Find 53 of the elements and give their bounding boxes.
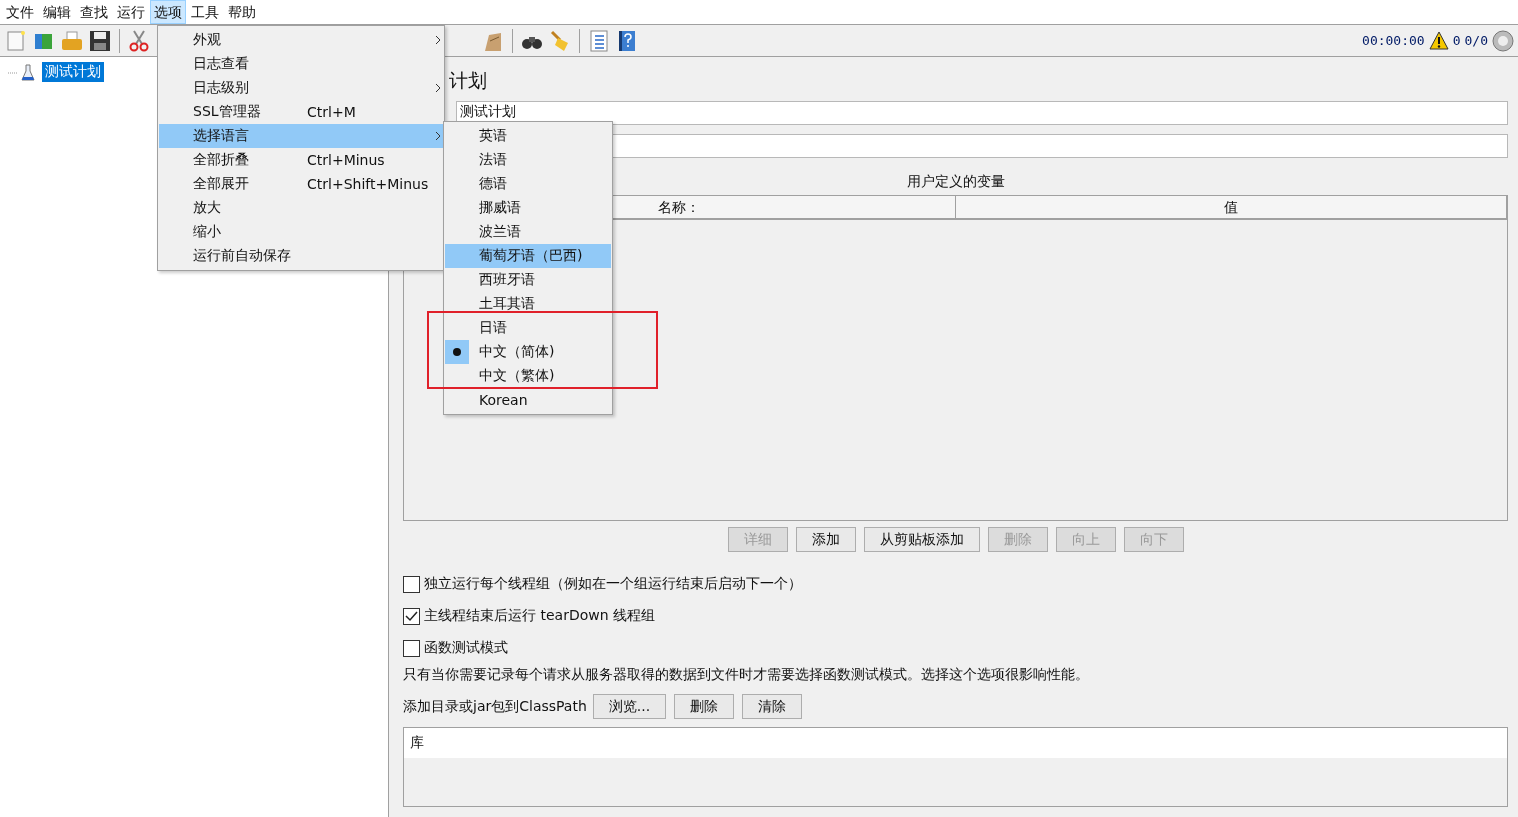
menu-option[interactable]: 运行前自动保存	[159, 244, 443, 268]
panel-title: 计划	[449, 68, 487, 93]
menu-item[interactable]: 编辑	[39, 0, 75, 24]
menu-option[interactable]: 缩小	[159, 220, 443, 244]
option-label: 主线程结束后运行 tearDown 线程组	[424, 607, 655, 625]
language-option[interactable]: 波兰语	[445, 220, 611, 244]
error-count: 0	[1452, 33, 1461, 48]
menu-item[interactable]: 查找	[76, 0, 112, 24]
classpath-button[interactable]: 清除	[742, 694, 803, 719]
menu-option[interactable]: 全部展开 Ctrl+Shift+Minus	[159, 172, 443, 196]
checkbox[interactable]	[403, 607, 420, 625]
menu-item[interactable]: 工具	[187, 0, 223, 24]
column-header: 值	[955, 196, 1507, 218]
language-option[interactable]: 日语	[445, 316, 611, 340]
table-button[interactable]: 添加	[795, 527, 856, 552]
menu-item[interactable]: 帮助	[224, 0, 260, 24]
table-button[interactable]: 从剪贴板添加	[863, 527, 980, 552]
column-header: 库	[404, 728, 1507, 758]
language-option[interactable]: 英语	[445, 124, 611, 148]
status-icon[interactable]	[1492, 29, 1514, 52]
language-option[interactable]: 德语	[445, 172, 611, 196]
table-caption: 用户定义的变量	[906, 173, 1005, 191]
language-option[interactable]: 挪威语	[445, 196, 611, 220]
warning-icon	[1428, 31, 1449, 50]
language-option[interactable]: 法语	[445, 148, 611, 172]
tree-item[interactable]: 测试计划	[42, 62, 104, 82]
language-option[interactable]: Korean	[445, 388, 611, 412]
thread-count: 0/0	[1464, 33, 1488, 48]
option-label: 函数测试模式	[424, 639, 508, 657]
classpath-label: 添加目录或jar包到ClassPath	[403, 697, 587, 716]
elapsed-time: 00:00:00	[1362, 33, 1425, 48]
menu-option[interactable]: 外观	[159, 28, 443, 52]
checkbox[interactable]	[403, 575, 420, 593]
name-field[interactable]: 测试计划	[456, 101, 1508, 125]
cut-icon[interactable]	[127, 28, 151, 53]
menu-option[interactable]: 选择语言	[159, 124, 443, 148]
menu-option[interactable]: 日志级别	[159, 76, 443, 100]
language-option[interactable]: 葡萄牙语（巴西)	[445, 244, 611, 268]
menu-option[interactable]: SSL管理器 Ctrl+M	[159, 100, 443, 124]
menu-item[interactable]: 运行	[113, 0, 149, 24]
checkbox[interactable]	[403, 639, 420, 657]
menu-item[interactable]: 文件	[2, 0, 38, 24]
language-option[interactable]: 西班牙语	[445, 268, 611, 292]
menu-option[interactable]: 全部折叠 Ctrl+Minus	[159, 148, 443, 172]
help-text: 只有当你需要记录每个请求从服务器取得的数据到文件时才需要选择函数测试模式。选择这个选项很影响性能。	[403, 666, 1090, 684]
save-icon[interactable]	[88, 28, 112, 53]
classpath-button[interactable]: 删除	[674, 694, 735, 719]
flask-icon	[8, 63, 38, 81]
option-label: 独立运行每个线程组（例如在一个组运行结束后启动下一个）	[424, 575, 802, 593]
menu-option[interactable]: 日志查看	[159, 52, 443, 76]
language-option[interactable]: 中文（简体)	[445, 340, 611, 364]
classpath-button[interactable]: 浏览...	[592, 694, 667, 719]
menu-item[interactable]: 选项	[150, 0, 186, 24]
